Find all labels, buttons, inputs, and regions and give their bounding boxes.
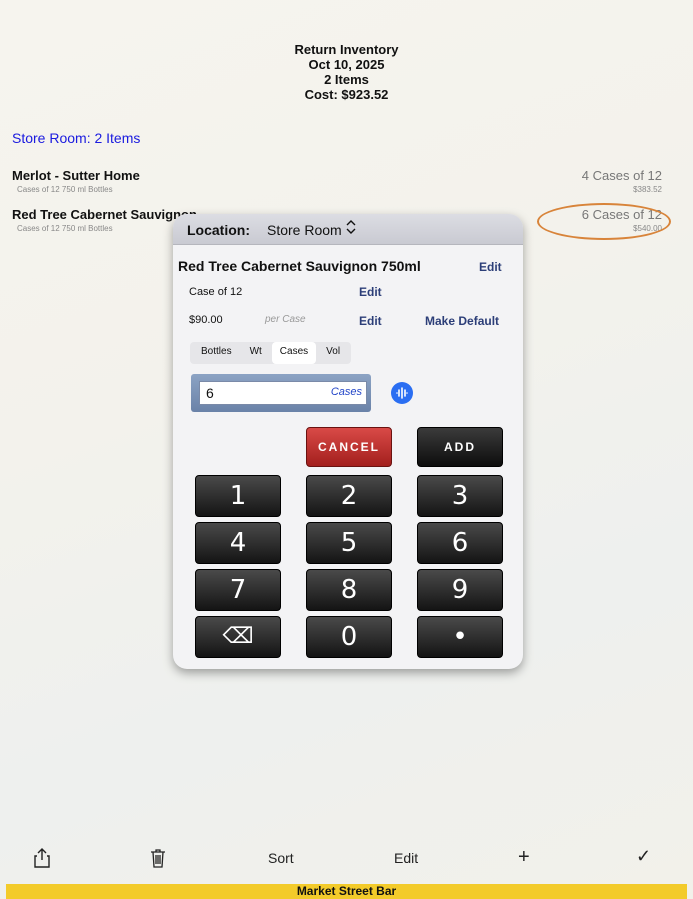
unit-option-bottles[interactable]: Bottles	[193, 342, 240, 364]
bottom-toolbar: Sort Edit + ✓	[0, 846, 693, 876]
location-value[interactable]: Store Room	[267, 222, 342, 238]
key-3[interactable]: 3	[417, 475, 503, 517]
chevron-updown-icon[interactable]	[345, 218, 357, 239]
edit-price-button[interactable]: Edit	[359, 314, 382, 328]
unit-option-cases[interactable]: Cases	[271, 342, 317, 364]
voice-input-icon[interactable]	[391, 382, 413, 404]
key-4[interactable]: 4	[195, 522, 281, 564]
key-8[interactable]: 8	[306, 569, 392, 611]
unit-option-vol[interactable]: Vol	[318, 342, 348, 364]
item-description: Cases of 12 750 ml Bottles	[17, 224, 113, 233]
key-5[interactable]: 5	[306, 522, 392, 564]
share-icon[interactable]	[34, 848, 50, 871]
quantity-popup: Location: Store Room Red Tree Cabernet S…	[173, 214, 523, 669]
item-description: Cases of 12 750 ml Bottles	[17, 185, 113, 194]
key-0[interactable]: 0	[306, 616, 392, 658]
unit-option-wt[interactable]: Wt	[242, 342, 270, 364]
item-name: Red Tree Cabernet Sauvignon	[12, 207, 197, 222]
sort-button[interactable]: Sort	[268, 850, 294, 866]
annotation-circle	[537, 203, 671, 240]
quantity-unit: Cases	[330, 386, 362, 398]
total-cost: Cost: $923.52	[304, 87, 389, 102]
edit-button[interactable]: Edit	[394, 850, 418, 866]
section-title: Store Room: 2 Items	[12, 130, 141, 146]
location-label: Location:	[187, 222, 250, 238]
quantity-input[interactable]: 6 Cases	[199, 381, 367, 405]
page-title: Return Inventory	[294, 42, 399, 57]
key-7[interactable]: 7	[195, 569, 281, 611]
trash-icon[interactable]	[150, 848, 166, 871]
item-cost: $383.52	[633, 185, 662, 194]
venue-bar: Market Street Bar	[6, 884, 687, 899]
decimal-key[interactable]: •	[417, 616, 503, 658]
add-button[interactable]: ADD	[417, 427, 503, 467]
case-price: $90.00	[189, 314, 223, 326]
cancel-button[interactable]: CANCEL	[306, 427, 392, 467]
quantity-value: 6	[206, 385, 214, 401]
checkmark-icon[interactable]: ✓	[636, 846, 651, 867]
key-6[interactable]: 6	[417, 522, 503, 564]
product-name: Red Tree Cabernet Sauvignon 750ml	[178, 258, 421, 274]
location-bar[interactable]: Location: Store Room	[173, 214, 523, 245]
inventory-date: Oct 10, 2025	[308, 57, 385, 72]
backspace-key[interactable]: ⌫	[195, 616, 281, 658]
make-default-button[interactable]: Make Default	[425, 314, 499, 328]
item-count: 2 Items	[324, 72, 369, 87]
key-1[interactable]: 1	[195, 475, 281, 517]
key-9[interactable]: 9	[417, 569, 503, 611]
item-name: Merlot - Sutter Home	[12, 168, 140, 183]
quantity-field[interactable]: 6 Cases	[191, 374, 371, 412]
case-size: Case of 12	[189, 286, 243, 298]
add-icon[interactable]: +	[518, 846, 530, 869]
item-quantity: 4 Cases of 12	[581, 168, 662, 183]
list-item[interactable]: Merlot - Sutter Home Cases of 12 750 ml …	[12, 168, 662, 200]
edit-case-button[interactable]: Edit	[359, 285, 382, 299]
edit-product-button[interactable]: Edit	[479, 260, 502, 274]
unit-selector[interactable]: Bottles Wt Cases Vol	[190, 342, 352, 364]
page-header: Return Inventory Oct 10, 2025 2 Items Co…	[0, 42, 693, 102]
price-unit: per Case	[265, 314, 306, 325]
key-2[interactable]: 2	[306, 475, 392, 517]
